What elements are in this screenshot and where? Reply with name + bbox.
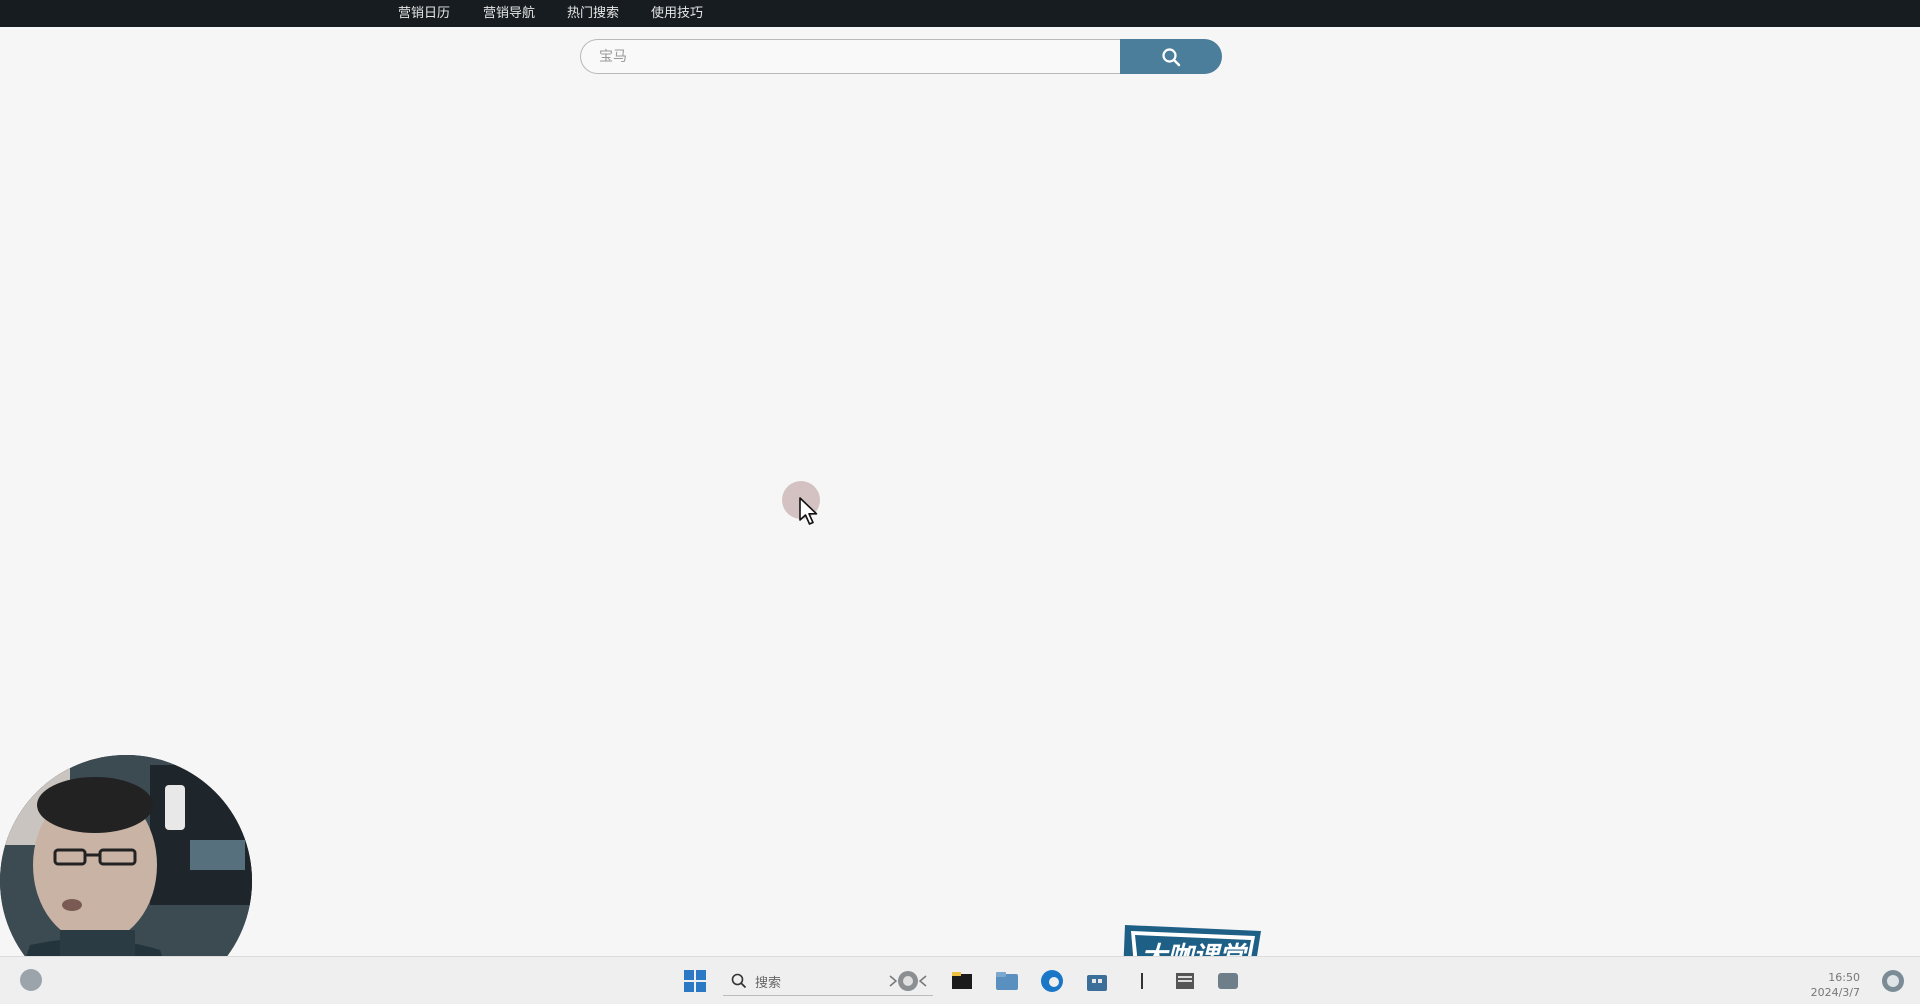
- folder-icon[interactable]: [995, 969, 1019, 993]
- edge-browser-icon[interactable]: [1040, 969, 1064, 993]
- search-icon: [1162, 48, 1181, 67]
- mouse-cursor-icon: [799, 497, 818, 525]
- text-app-icon[interactable]: [1130, 969, 1154, 993]
- notification-icon[interactable]: [1880, 968, 1906, 994]
- nav-item-marketing-navigation[interactable]: 营销导航: [483, 4, 535, 23]
- clock-time[interactable]: 16:50: [1820, 971, 1860, 984]
- notepad-icon[interactable]: [1173, 969, 1197, 993]
- search-input[interactable]: [580, 39, 1120, 74]
- browser-page: 营销日历 营销导航 热门搜索 使用技巧 宝马 搜索 16:50 2024/3/7: [0, 0, 1920, 1004]
- taskbar-search-label: 搜索: [755, 976, 782, 991]
- app-icon[interactable]: [1216, 969, 1240, 993]
- start-icon[interactable]: [683, 969, 707, 993]
- search-button[interactable]: [1120, 39, 1222, 74]
- nav-item-hot-search[interactable]: 热门搜索: [567, 4, 619, 23]
- nav-item-usage-tips[interactable]: 使用技巧: [651, 4, 703, 23]
- top-nav-bar: 营销日历 营销导航 热门搜索 使用技巧: [0, 0, 1920, 27]
- search-bar: [580, 39, 1222, 74]
- nav-item-marketing-calendar[interactable]: 营销日历: [398, 4, 450, 23]
- taskbar: 搜索 16:50 2024/3/7: [0, 956, 1920, 1004]
- taskbar-search[interactable]: 搜索: [723, 967, 933, 996]
- search-icon: [731, 973, 747, 989]
- clock-date[interactable]: 2024/3/7: [1800, 986, 1860, 999]
- store-icon[interactable]: [1085, 969, 1109, 993]
- weather-icon[interactable]: [18, 967, 44, 993]
- widget-icon[interactable]: [888, 968, 928, 994]
- file-explorer-icon[interactable]: [950, 969, 974, 993]
